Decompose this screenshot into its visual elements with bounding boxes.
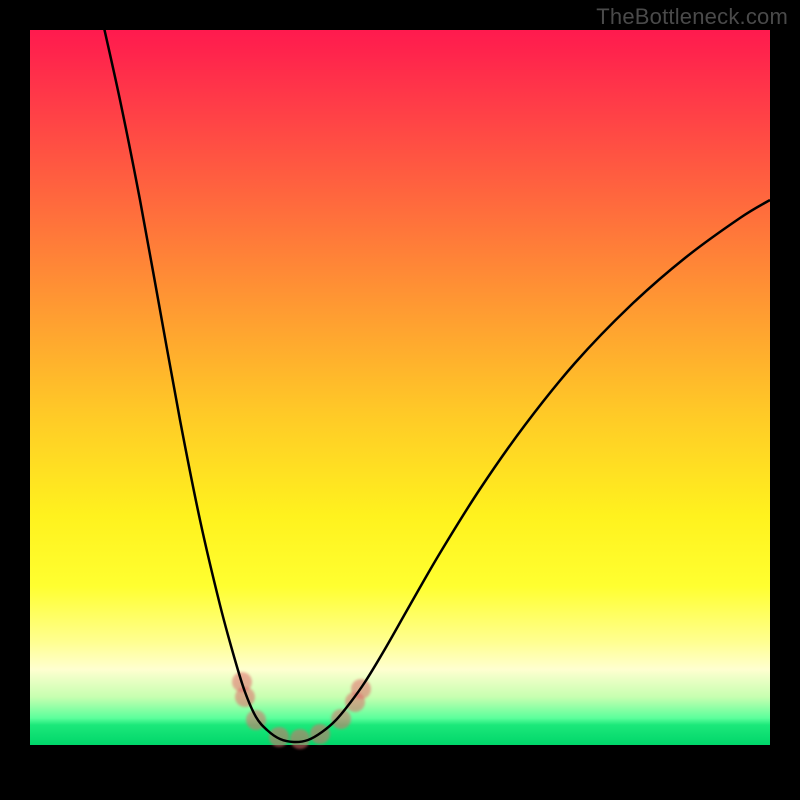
bottleneck-curve: [100, 30, 770, 742]
plot-svg: [30, 30, 770, 770]
curve-marker: [331, 709, 351, 729]
curve-marker: [269, 727, 289, 747]
plot-area: [30, 30, 770, 770]
watermark-text: TheBottleneck.com: [596, 4, 788, 30]
curve-marker: [290, 729, 310, 749]
